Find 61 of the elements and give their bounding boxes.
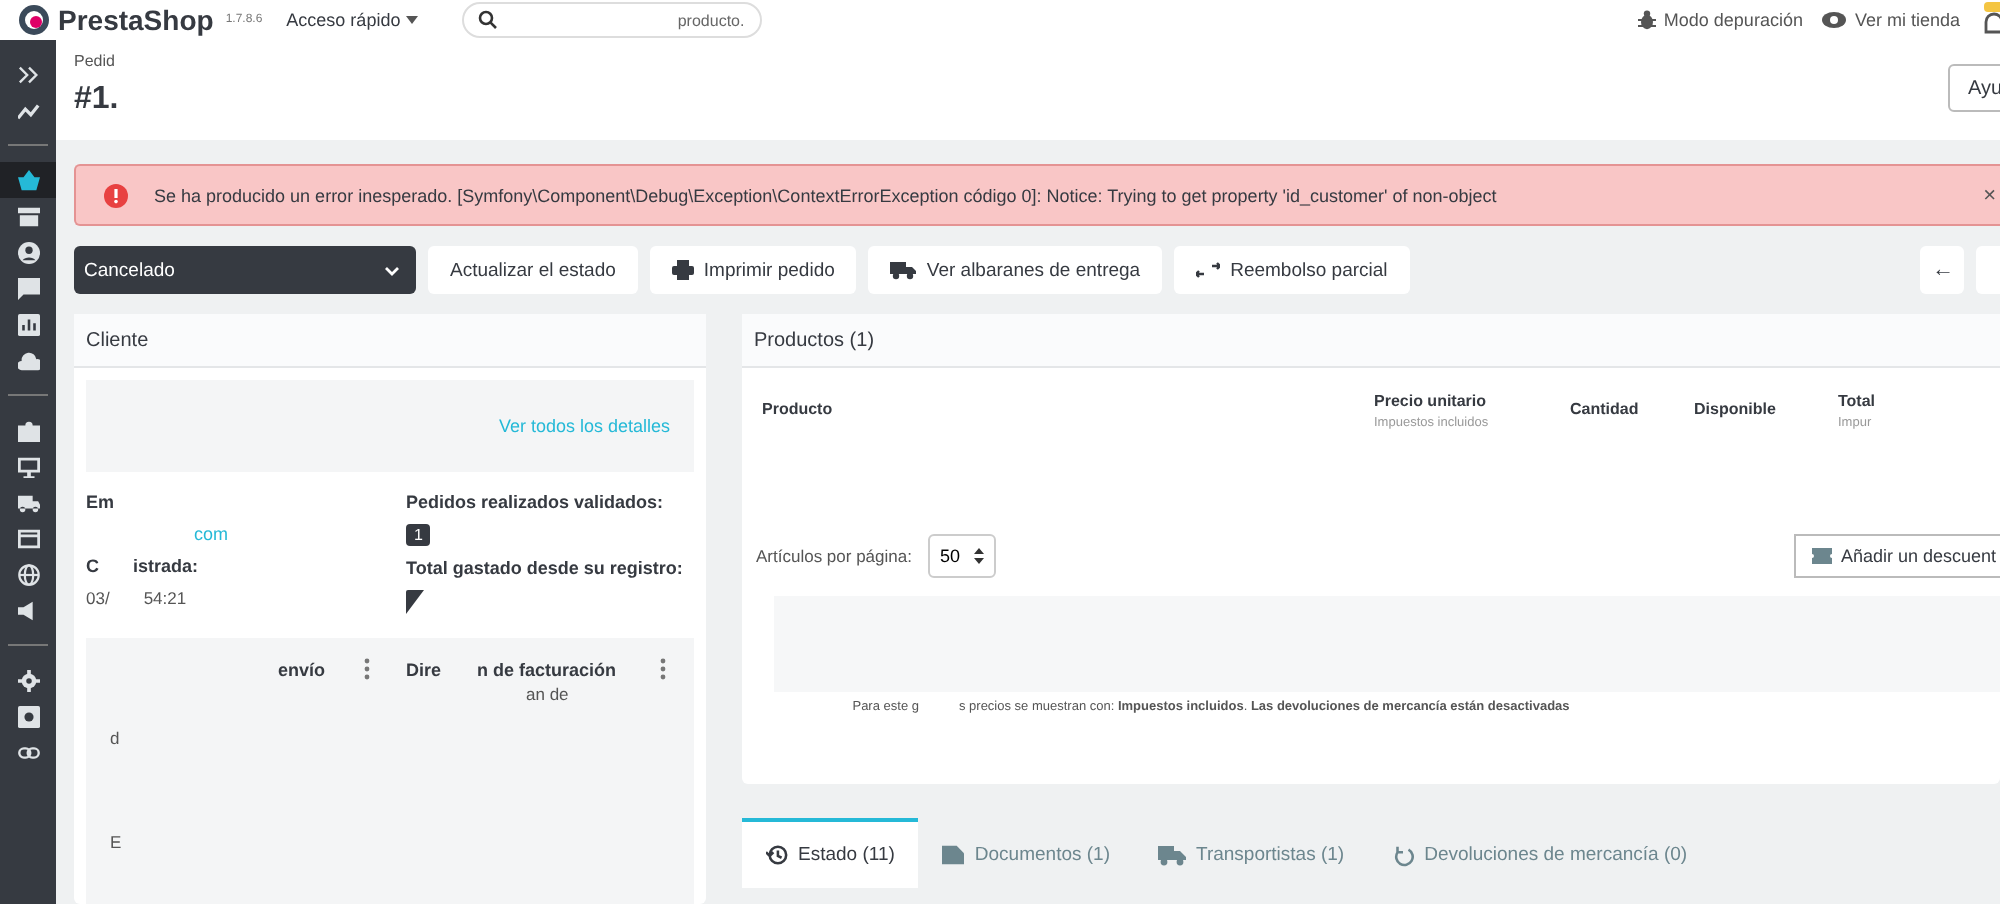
breadcrumb[interactable]: Pedid xyxy=(74,51,119,69)
printer-icon xyxy=(671,260,694,280)
close-button[interactable]: × xyxy=(1983,183,2000,207)
debug-mode-link[interactable]: Modo depuración xyxy=(1637,10,1803,30)
bug-icon xyxy=(1637,10,1656,30)
truck-icon xyxy=(890,260,917,280)
tab[interactable]: Estado (11) xyxy=(742,818,919,888)
chevron-icon xyxy=(384,265,400,275)
column-header: Producto xyxy=(762,400,835,418)
truck-icon xyxy=(1158,844,1186,866)
caret-icon xyxy=(406,16,419,24)
email-label: Em xyxy=(86,492,115,512)
kebab-menu-icon[interactable] xyxy=(364,658,370,680)
error-icon xyxy=(104,183,128,207)
orders-label: Pedidos realizados validados: xyxy=(406,492,664,512)
arrows-icon xyxy=(1196,262,1221,278)
tab[interactable]: Transportistas (1) xyxy=(1134,818,1369,888)
card-title: Productos (1) xyxy=(742,314,2000,368)
orders-count: 1 xyxy=(406,524,431,546)
logo-text[interactable]: PrestaShop xyxy=(58,4,214,36)
undo-icon xyxy=(1392,843,1415,867)
truck-button[interactable]: Ver albaranes de entrega xyxy=(868,246,1163,294)
page-title: #1. xyxy=(74,81,119,117)
registered-time: 54:21 xyxy=(143,588,187,608)
per-page-select[interactable]: 50 xyxy=(927,534,996,578)
refund-button[interactable]: Reembolso parcial xyxy=(1174,246,1410,294)
address-fragment: E xyxy=(110,832,122,852)
shipping-title: envío xyxy=(278,659,326,679)
total-spent-label: Total gastado desde su registro: xyxy=(406,558,683,578)
update-status-button[interactable]: Actualizar el estado xyxy=(428,246,638,294)
sort-arrows-icon xyxy=(973,548,984,564)
spent-badge-fragment xyxy=(406,590,424,614)
column-header: Total xyxy=(1838,392,1876,410)
search-icon xyxy=(478,10,499,30)
view-shop-link[interactable]: Ver mi tienda xyxy=(1822,10,1960,30)
quick-access-menu[interactable]: Acceso rápido xyxy=(286,10,419,30)
column-header: Disponible xyxy=(1694,400,1778,418)
back-button[interactable]: ← xyxy=(1920,246,1964,294)
add-discount-button[interactable]: Añadir un descuent xyxy=(1794,534,2000,578)
error-message: Se ha producido un error inesperado. [Symfony\Component\Debug\Exception\ContextErrorException código 0]: Notice: Trying to get property 'id_customer' of non-object xyxy=(154,185,1499,205)
kebab-menu-icon[interactable] xyxy=(660,658,666,680)
registered-date: 03/ xyxy=(86,588,110,608)
registered-label: C xyxy=(86,556,99,576)
address-fragment: d xyxy=(110,728,120,748)
card-title: Cliente xyxy=(74,314,706,368)
billing-title: n de facturación xyxy=(477,659,617,679)
eye-icon xyxy=(1822,12,1847,28)
column-header: Cantidad xyxy=(1570,400,1641,418)
document-icon xyxy=(942,844,965,866)
history-icon xyxy=(766,844,788,866)
notifications-icon[interactable] xyxy=(1980,2,2000,38)
search-field[interactable]: producto. xyxy=(462,2,763,38)
per-page-label: Artículos por página: xyxy=(756,546,912,566)
column-header: Precio unitario xyxy=(1374,392,1489,410)
basket-icon[interactable] xyxy=(0,162,56,198)
billing-title: Dire xyxy=(406,659,442,679)
registered-label: istrada: xyxy=(133,556,199,576)
print-button[interactable]: Imprimir pedido xyxy=(649,246,857,294)
status-select[interactable]: Cancelado xyxy=(74,246,416,294)
ticket-icon xyxy=(1812,548,1833,564)
address-fragment: an de xyxy=(526,684,569,704)
